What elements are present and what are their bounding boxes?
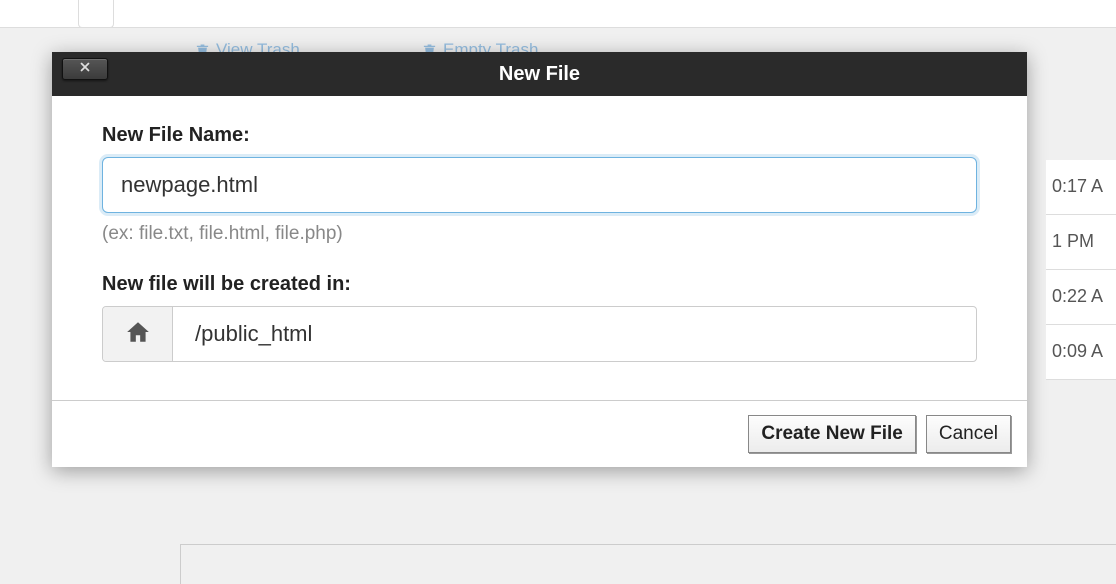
filename-label: New File Name: [102,124,977,147]
close-button[interactable] [62,58,108,80]
home-icon [125,319,151,350]
list-item: 1 PM [1046,215,1116,270]
dialog-title: New File [499,63,580,86]
filename-hint: (ex: file.txt, file.html, file.php) [102,223,977,245]
list-item: 0:17 A [1046,160,1116,215]
dialog-body: New File Name: (ex: file.txt, file.html,… [52,96,1027,400]
list-item: 0:22 A [1046,270,1116,325]
dialog-footer: Create New File Cancel [52,400,1027,467]
create-new-file-button[interactable]: Create New File [748,415,916,453]
bg-bottom-border [180,544,1116,584]
dialog-header: New File [52,52,1027,96]
bg-right-times: 0:17 A 1 PM 0:22 A 0:09 A [1046,160,1116,380]
bg-topbar [0,0,1116,28]
location-path: /public_html [173,307,976,361]
location-label: New file will be created in: [102,273,977,296]
location-row: /public_html [102,306,977,362]
close-icon [78,60,92,79]
list-item: 0:09 A [1046,325,1116,380]
new-file-dialog: New File New File Name: (ex: file.txt, f… [52,52,1027,467]
bg-icon-square [78,0,114,28]
cancel-button[interactable]: Cancel [926,415,1011,453]
filename-input[interactable] [102,157,977,213]
home-button[interactable] [103,307,173,361]
